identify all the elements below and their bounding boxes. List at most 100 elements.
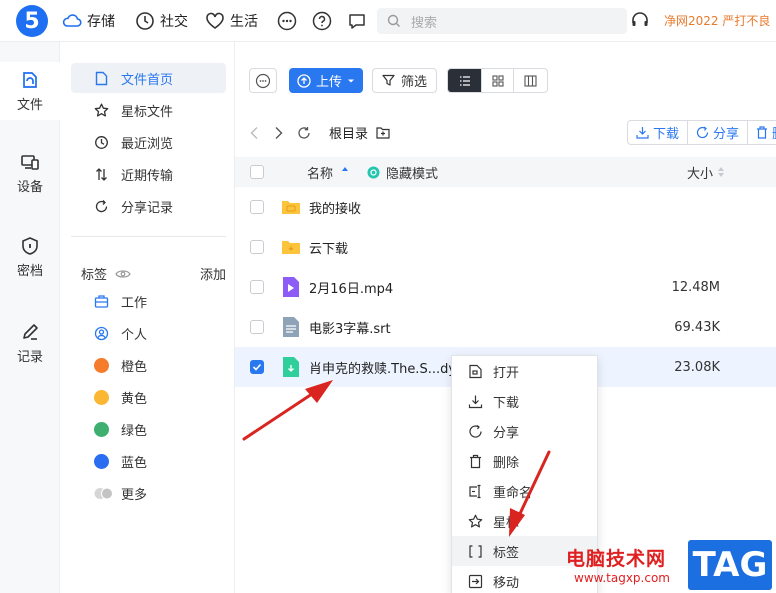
breadcrumb-root[interactable]: 根目录 bbox=[329, 123, 368, 142]
list-view-button[interactable] bbox=[448, 69, 482, 92]
tag-item-green[interactable]: 绿色 bbox=[71, 414, 226, 444]
more-colors-icon bbox=[94, 487, 113, 499]
search-placeholder: 搜索 bbox=[411, 15, 438, 31]
trash-icon bbox=[757, 126, 768, 139]
rail-item-files[interactable]: 文件 bbox=[0, 62, 60, 120]
promo-text[interactable]: 净网2022 严打不良 bbox=[664, 12, 770, 29]
heart-icon bbox=[206, 12, 224, 29]
filter-button[interactable]: 筛选 bbox=[372, 68, 438, 93]
tags-title: 标签 bbox=[81, 268, 108, 283]
share-button[interactable]: 分享 bbox=[688, 121, 749, 144]
blue-dot-icon bbox=[94, 453, 109, 469]
delete-button[interactable]: 删 bbox=[748, 121, 776, 144]
more-actions-button[interactable] bbox=[249, 68, 277, 93]
cloud-icon bbox=[62, 14, 82, 27]
caret-down-icon bbox=[348, 79, 355, 82]
device-icon bbox=[21, 154, 39, 170]
row-checkbox[interactable] bbox=[250, 240, 264, 254]
headset-icon[interactable] bbox=[630, 10, 650, 30]
sidebar-item-transfers[interactable]: 近期传输 bbox=[71, 159, 226, 189]
watermark-badge: TAG bbox=[688, 540, 772, 590]
row-checkbox[interactable] bbox=[250, 360, 264, 374]
person-icon bbox=[94, 326, 109, 340]
rail-item-records[interactable]: 记录 bbox=[0, 314, 60, 372]
rail-item-devices[interactable]: 设备 bbox=[0, 144, 60, 202]
top-bar: 5 存储 社交 生活 搜索 净网2022 严打不良 bbox=[0, 0, 776, 42]
table-row[interactable]: 我的接收 bbox=[235, 187, 776, 227]
more-icon bbox=[255, 73, 271, 88]
menu-item-delete[interactable]: 删除 bbox=[452, 446, 597, 476]
rail-item-vault[interactable]: 密档 bbox=[0, 228, 60, 286]
tag-item-more[interactable]: 更多 bbox=[71, 478, 226, 508]
nav-social[interactable]: 社交 bbox=[135, 0, 188, 42]
column-name[interactable]: 名称 bbox=[307, 163, 333, 182]
nav-life[interactable]: 生活 bbox=[205, 0, 258, 42]
move-icon bbox=[468, 574, 483, 588]
table-row[interactable]: 电影3字幕.srt 69.43K bbox=[235, 307, 776, 347]
search-input[interactable]: 搜索 bbox=[377, 8, 627, 34]
tag-item-label: 橙色 bbox=[121, 359, 148, 375]
grid-view-button[interactable] bbox=[481, 69, 515, 92]
app-logo[interactable]: 5 bbox=[16, 5, 48, 37]
menu-item-rename[interactable]: 重命名 bbox=[452, 476, 597, 506]
eye-icon[interactable] bbox=[115, 268, 131, 280]
menu-item-download[interactable]: 下载 bbox=[452, 386, 597, 416]
grid-icon bbox=[491, 74, 504, 87]
transfer-icon bbox=[96, 167, 107, 181]
sidebar-divider bbox=[71, 236, 226, 237]
file-size: 12.48M bbox=[671, 279, 720, 295]
star-icon bbox=[94, 103, 109, 117]
table-row[interactable]: 云下载 bbox=[235, 227, 776, 267]
more-icon[interactable] bbox=[276, 10, 298, 32]
row-checkbox[interactable] bbox=[250, 320, 264, 334]
hidden-mode-toggle[interactable]: 隐藏模式 bbox=[386, 163, 438, 182]
sidebar-item-share-records[interactable]: 分享记录 bbox=[71, 191, 226, 221]
sort-up-icon[interactable] bbox=[341, 165, 349, 173]
file-home-icon bbox=[95, 71, 108, 85]
back-icon[interactable] bbox=[249, 126, 261, 140]
tag-item-blue[interactable]: 蓝色 bbox=[71, 446, 226, 476]
video-file-icon bbox=[283, 277, 299, 297]
sidebar-item-recent[interactable]: 最近浏览 bbox=[71, 127, 226, 157]
tag-item-work[interactable]: 工作 bbox=[71, 286, 226, 316]
forward-icon[interactable] bbox=[273, 126, 285, 140]
sidebar-item-starred[interactable]: 星标文件 bbox=[71, 95, 226, 125]
sidebar-item-label: 星标文件 bbox=[121, 104, 174, 120]
message-icon[interactable] bbox=[346, 10, 368, 32]
download-icon bbox=[468, 395, 483, 408]
menu-item-star[interactable]: 星标 bbox=[452, 506, 597, 536]
folder-icon bbox=[282, 201, 300, 214]
menu-item-label: 打开 bbox=[493, 365, 520, 381]
menu-item-share[interactable]: 分享 bbox=[452, 416, 597, 446]
sidebar-item-label: 分享记录 bbox=[121, 200, 174, 216]
column-view-button[interactable] bbox=[514, 69, 547, 92]
rail-item-label: 文件 bbox=[16, 97, 43, 113]
tags-add-button[interactable]: 添加 bbox=[200, 264, 226, 283]
row-checkbox[interactable] bbox=[250, 200, 264, 214]
tag-item-yellow[interactable]: 黄色 bbox=[71, 382, 226, 412]
menu-item-label: 星标 bbox=[493, 515, 520, 531]
tag-item-orange[interactable]: 橙色 bbox=[71, 350, 226, 380]
download-button[interactable]: 下载 bbox=[628, 121, 689, 144]
sort-icon[interactable] bbox=[717, 166, 725, 178]
menu-item-open[interactable]: 打开 bbox=[452, 356, 597, 386]
file-icon bbox=[23, 71, 37, 88]
help-icon[interactable] bbox=[311, 10, 333, 32]
sidebar-item-file-home[interactable]: 文件首页 bbox=[71, 63, 226, 93]
star-icon bbox=[468, 514, 483, 527]
upload-button[interactable]: 上传 bbox=[289, 68, 364, 93]
row-checkbox[interactable] bbox=[250, 280, 264, 294]
hidden-mode-icon bbox=[367, 166, 380, 179]
nav-storage[interactable]: 存储 bbox=[62, 0, 115, 42]
table-row[interactable]: 2月16日.mp4 12.48M bbox=[235, 267, 776, 307]
new-folder-icon[interactable] bbox=[376, 126, 390, 139]
tag-item-personal[interactable]: 个人 bbox=[71, 318, 226, 348]
file-name: 2月16日.mp4 bbox=[309, 281, 394, 297]
tag-item-label: 绿色 bbox=[121, 423, 148, 439]
column-size[interactable]: 大小 bbox=[687, 163, 713, 182]
select-all-checkbox[interactable] bbox=[250, 165, 264, 179]
share-icon bbox=[469, 424, 482, 438]
refresh-icon[interactable] bbox=[297, 126, 311, 140]
tag-item-label: 个人 bbox=[121, 327, 148, 343]
watermark: 电脑技术网 www.tagxp.com TAG bbox=[566, 540, 776, 593]
